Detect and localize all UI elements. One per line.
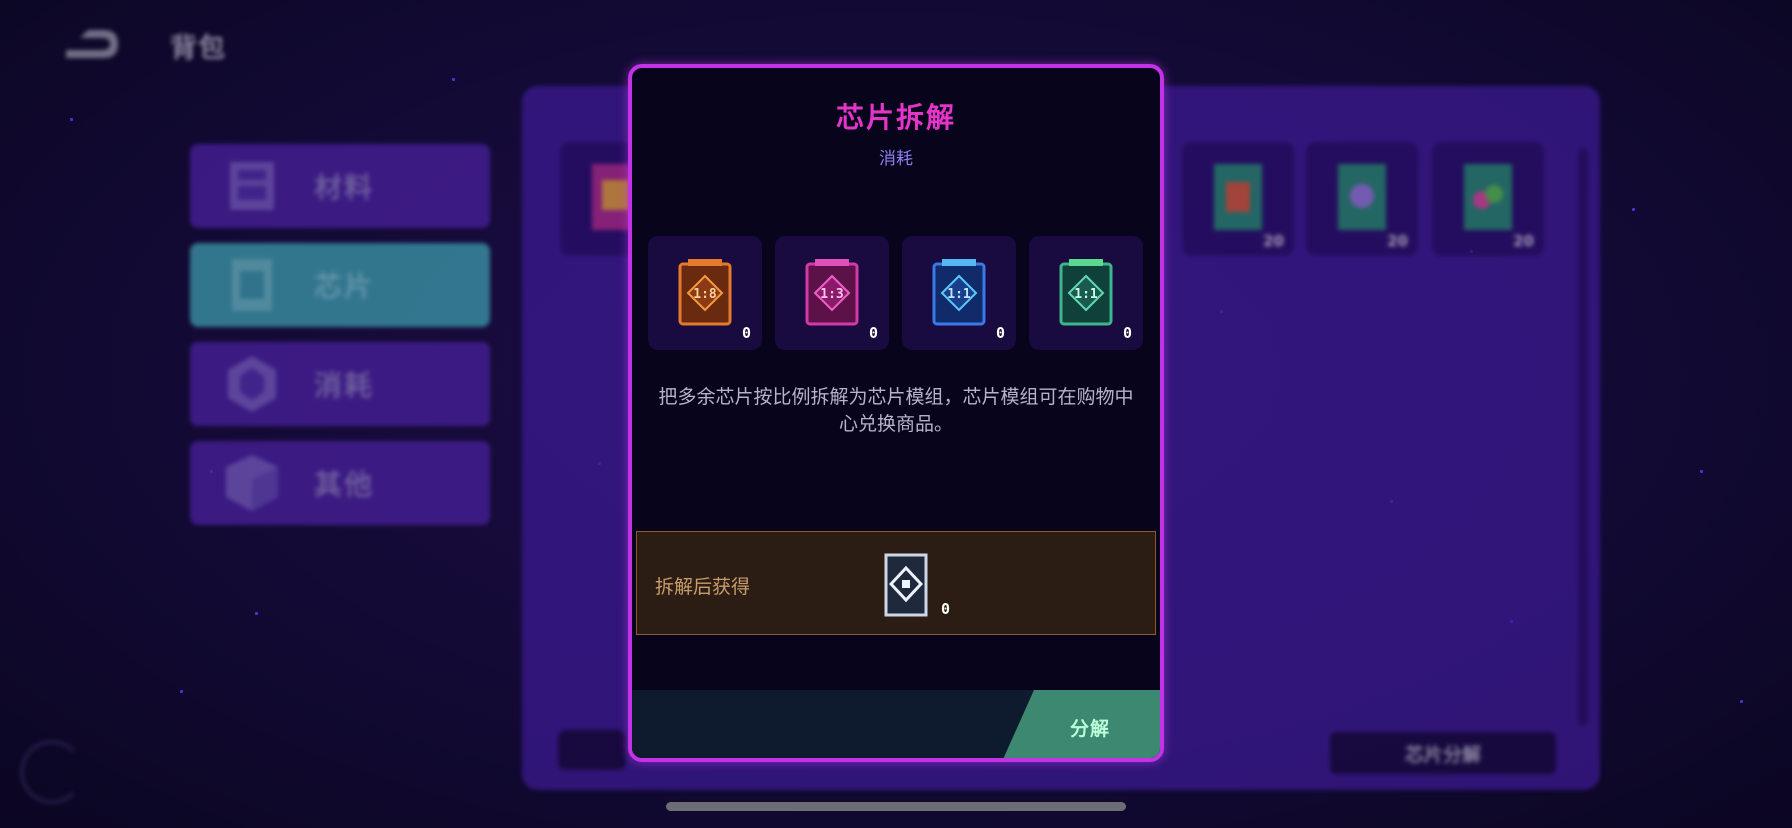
page-title: 背包: [170, 33, 226, 64]
chip-slot-green[interactable]: 1:1 0: [1029, 236, 1143, 350]
orange-chip-icon: 1:8: [678, 259, 732, 326]
chip-icon: [232, 259, 272, 311]
chip-ratio: 1:8: [693, 287, 717, 302]
inventory-slot[interactable]: 20: [1432, 142, 1544, 256]
back-arrow-icon: [66, 30, 118, 58]
item-count: 20: [1263, 232, 1284, 250]
chip-count: 0: [995, 324, 1005, 342]
pink-chip-icon: 1:3: [805, 259, 859, 326]
refresh-icon: [20, 740, 84, 804]
sidebar-item-label: 其他: [314, 468, 375, 501]
sidebar-item-label: 材料: [314, 171, 375, 204]
sidebar-item-chips[interactable]: 芯片: [190, 243, 490, 327]
blue-chip-icon: 1:1: [932, 259, 986, 326]
dialog-subtitle: 消耗: [879, 149, 913, 169]
chip-decompose-dialog: 芯片拆解 消耗 1:8 0 1:3 0 1:1 0 1:1 0 把多余芯片按比例…: [628, 64, 1164, 762]
chip-count: 0: [868, 324, 878, 342]
materials-icon: [230, 162, 274, 210]
consumable-icon: [228, 356, 276, 412]
sidebar-item-label: 芯片: [314, 270, 375, 303]
category-sidebar: 材料 芯片 消耗 其他: [190, 144, 490, 540]
reward-panel: 拆解后获得 0: [636, 531, 1156, 635]
sidebar-item-other[interactable]: 其他: [190, 441, 490, 525]
confirm-label: 分解: [1070, 718, 1111, 740]
chip-item-icon: [1214, 164, 1262, 230]
chip-module-icon: [884, 553, 928, 617]
reward-count: 0: [941, 600, 951, 618]
chip-slot-orange[interactable]: 1:8 0: [648, 236, 762, 350]
inventory-slot[interactable]: 20: [1306, 142, 1418, 256]
other-box-icon: [226, 455, 278, 511]
chip-item-icon: [1464, 164, 1512, 230]
item-count: 20: [1513, 232, 1534, 250]
sidebar-item-consumables[interactable]: 消耗: [190, 342, 490, 426]
chip-count: 0: [1122, 324, 1132, 342]
back-button[interactable]: [62, 26, 124, 62]
green-chip-icon: 1:1: [1059, 259, 1113, 326]
item-count: 20: [1387, 232, 1408, 250]
home-indicator[interactable]: [666, 802, 1126, 811]
chip-item-icon: [1338, 164, 1386, 230]
reward-label: 拆解后获得: [655, 576, 751, 598]
chip-decompose-button[interactable]: 芯片分解: [1330, 732, 1556, 774]
inventory-scrollbar[interactable]: [1578, 148, 1588, 726]
sidebar-item-materials[interactable]: 材料: [190, 144, 490, 228]
chip-ratio: 1:1: [947, 287, 971, 302]
sidebar-item-label: 消耗: [314, 369, 375, 402]
chip-ratio: 1:1: [1074, 287, 1098, 302]
dialog-title: 芯片拆解: [835, 101, 956, 134]
dialog-description: 把多余芯片按比例拆解为芯片模组，芯片模组可在购物中心兑换商品。: [658, 386, 1134, 435]
sort-button[interactable]: [558, 730, 626, 770]
chip-count: 0: [741, 324, 751, 342]
inventory-slot[interactable]: 20: [1182, 142, 1294, 256]
chip-slot-pink[interactable]: 1:3 0: [775, 236, 889, 350]
chip-slot-blue[interactable]: 1:1 0: [902, 236, 1016, 350]
chip-ratio: 1:3: [820, 287, 843, 302]
